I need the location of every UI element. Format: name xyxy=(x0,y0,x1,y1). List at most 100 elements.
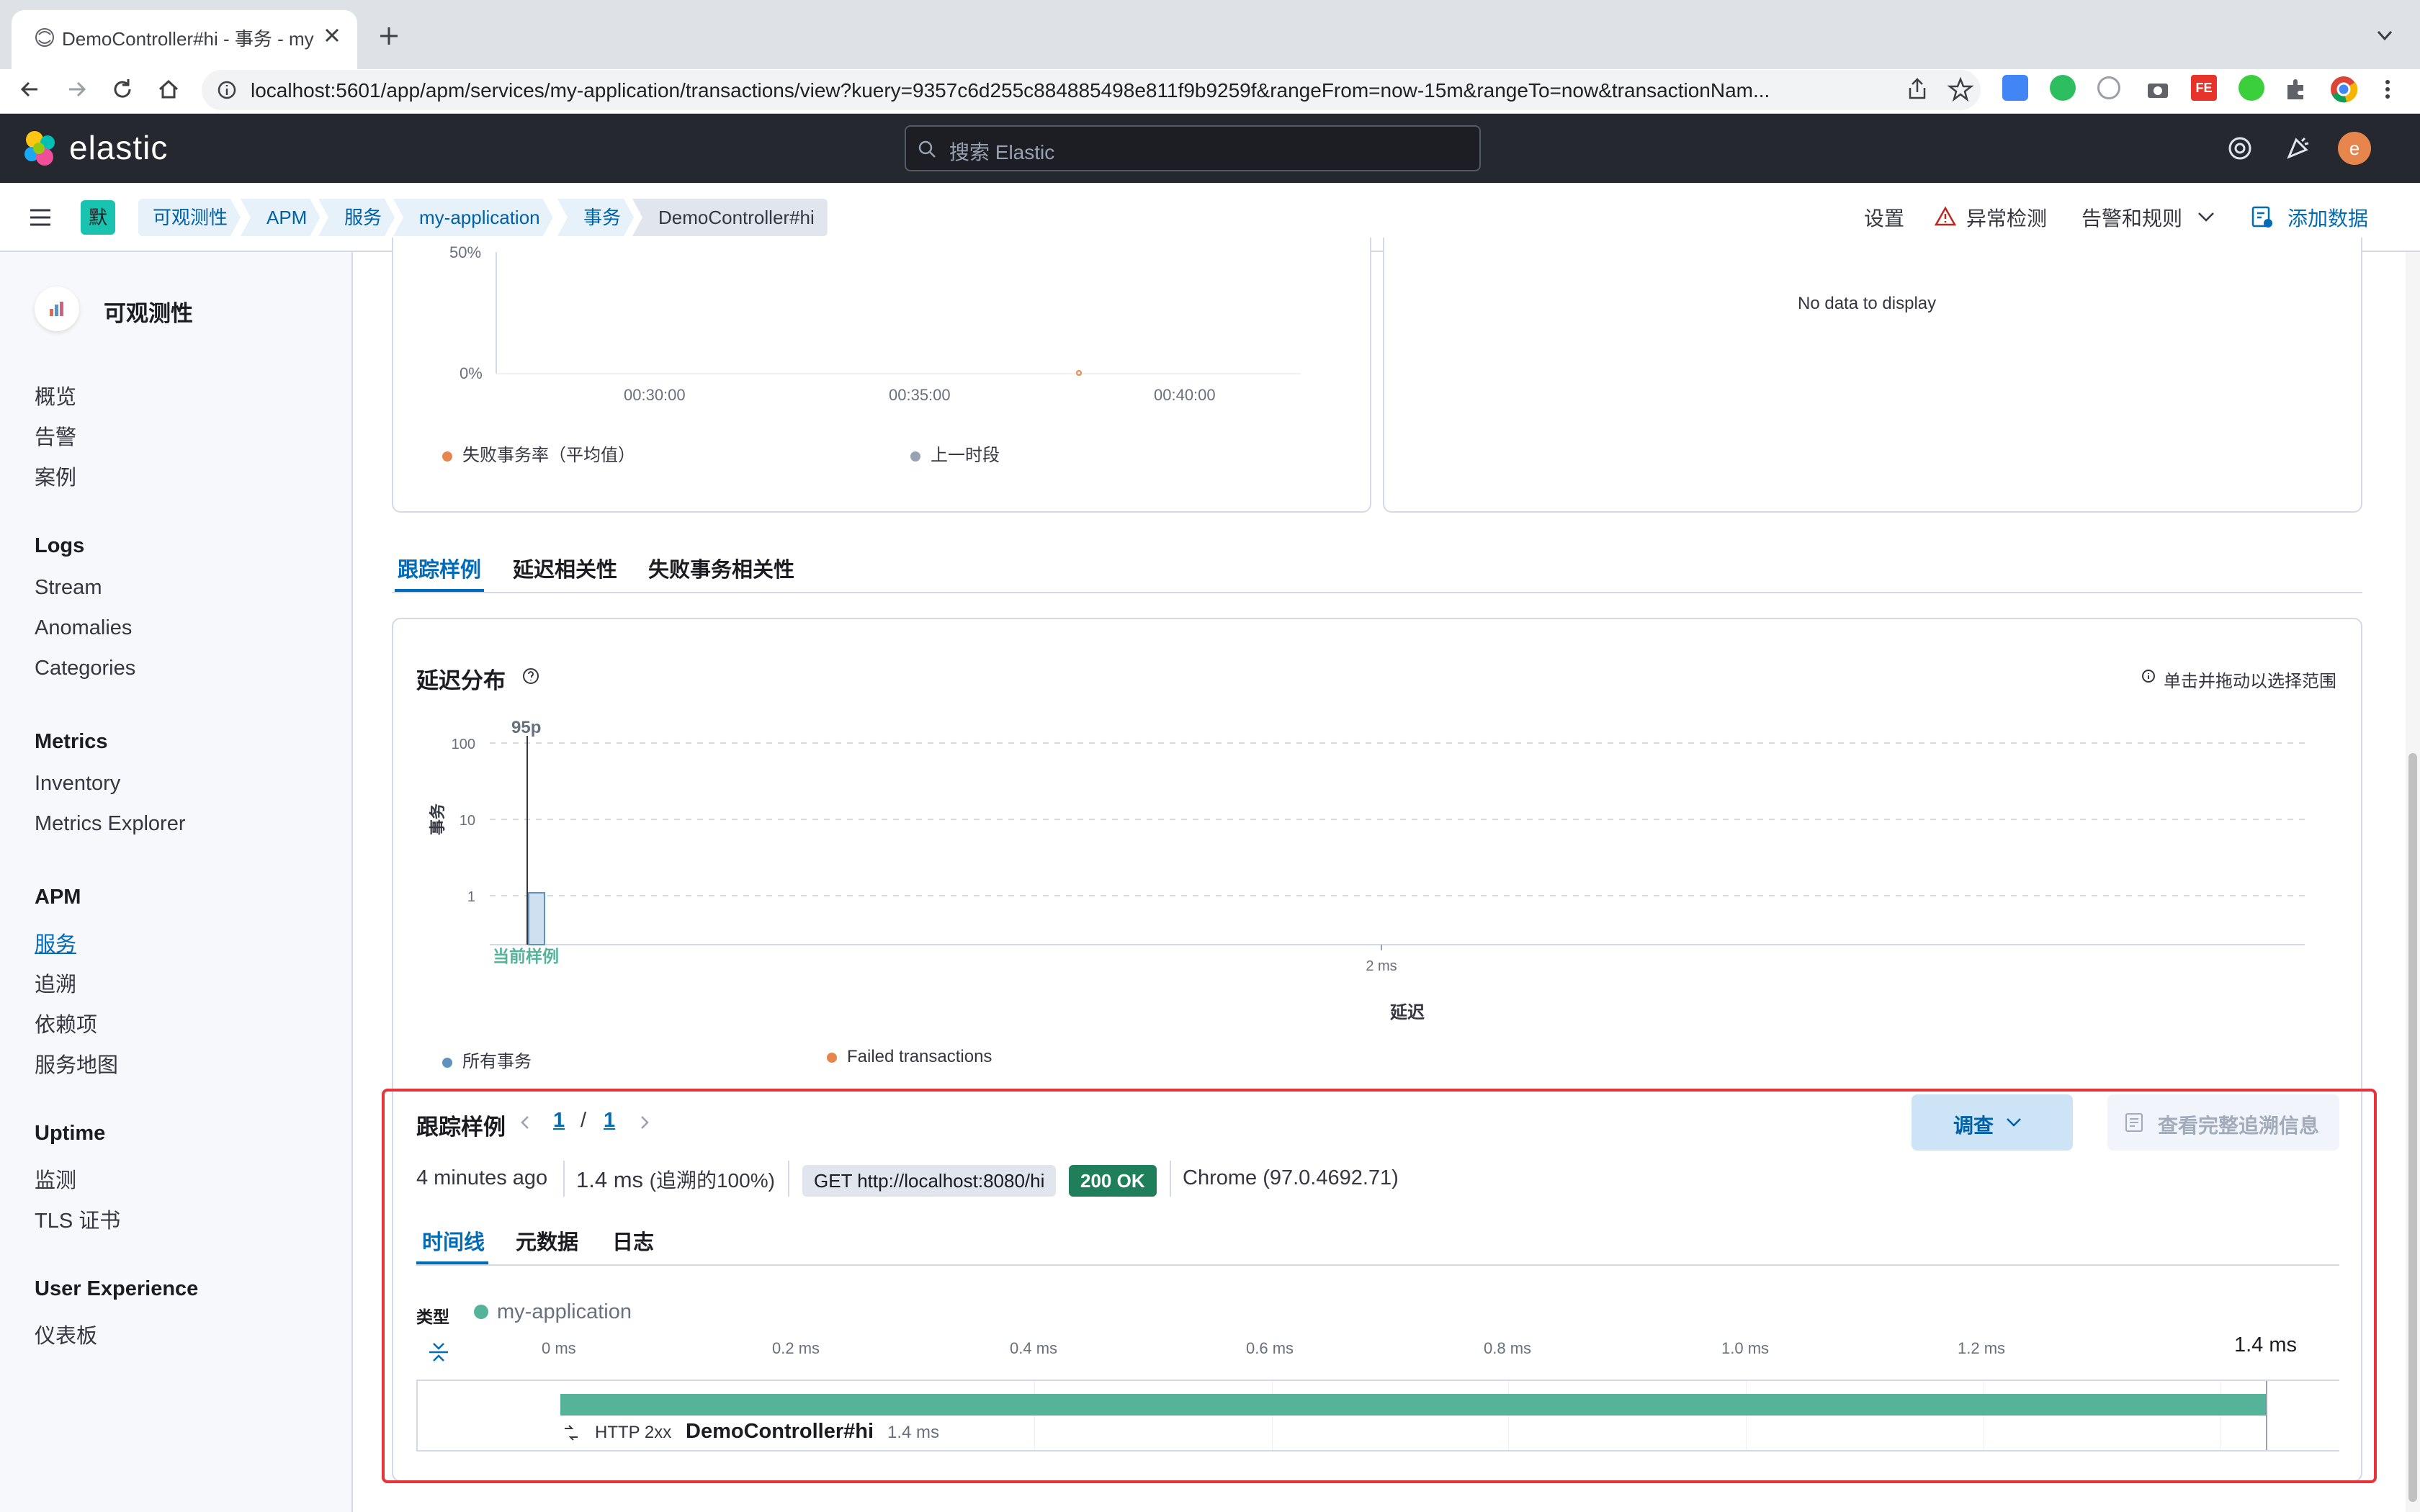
page-scrollbar-track[interactable] xyxy=(2406,252,2420,1512)
tab-trace-samples[interactable]: 跟踪样例 xyxy=(398,553,481,583)
page-total[interactable]: 1 xyxy=(604,1109,615,1133)
transaction-span-bar[interactable] xyxy=(560,1394,2266,1416)
latency-xlabel: 延迟 xyxy=(1390,1003,1425,1022)
add-data-icon xyxy=(2251,206,2272,228)
sidebar-item-service-map[interactable]: 服务地图 xyxy=(35,1048,118,1079)
legend-failed-rate[interactable]: 失败事务率（平均值） xyxy=(442,441,635,466)
sidebar-item-inventory[interactable]: Inventory xyxy=(35,772,120,796)
sidebar-heading-uptime: Uptime xyxy=(35,1122,106,1145)
tab-list-chevron-icon[interactable] xyxy=(2374,24,2396,46)
timeline-tick-08: 0.8 ms xyxy=(1484,1339,1532,1357)
add-data-link[interactable]: 添加数据 xyxy=(2287,203,2368,232)
view-full-trace-button[interactable]: 查看完整追溯信息 xyxy=(2107,1094,2339,1151)
back-icon[interactable] xyxy=(16,75,45,104)
latency-ylabel: 事务 xyxy=(429,803,447,835)
grid-line xyxy=(1034,1381,1035,1450)
timeline-tick-12: 1.2 ms xyxy=(1958,1339,2006,1357)
subtab-timeline[interactable]: 时间线 xyxy=(422,1225,485,1256)
fe-extension-icon[interactable]: FE xyxy=(2191,75,2217,101)
tab-failed-correlations[interactable]: 失败事务相关性 xyxy=(648,553,794,583)
sidebar-item-dependencies[interactable]: 依赖项 xyxy=(35,1008,97,1038)
sidebar-item-anomalies[interactable]: Anomalies xyxy=(35,616,132,640)
error-rate-point xyxy=(1076,370,1082,376)
elastic-logo-icon[interactable] xyxy=(20,128,60,168)
share-icon[interactable] xyxy=(1904,75,1930,104)
sidebar-heading-metrics: Metrics xyxy=(35,730,108,753)
request-badge: GET http://localhost:8080/hi xyxy=(802,1165,1057,1197)
extensions-puzzle-icon[interactable] xyxy=(2282,75,2311,104)
breadcrumb-services[interactable]: 服务 xyxy=(318,199,395,236)
elastic-logo-text[interactable]: elastic xyxy=(69,128,168,167)
collapse-all-icon[interactable] xyxy=(426,1339,451,1365)
trace-duration-value: 1.4 ms xyxy=(576,1167,644,1192)
settings-link[interactable]: 设置 xyxy=(1864,203,1904,232)
browser-tabstrip xyxy=(0,0,2420,69)
x-tick-label: 2 ms xyxy=(1366,958,1397,974)
next-page-chevron-icon[interactable] xyxy=(635,1113,654,1132)
sidebar-item-tls-certificates[interactable]: TLS 证书 xyxy=(35,1204,120,1234)
bookmark-star-icon[interactable] xyxy=(1946,75,1975,104)
newsfeed-icon[interactable] xyxy=(2283,134,2312,163)
legend-all-transactions[interactable]: 所有事务 xyxy=(442,1047,532,1072)
space-badge[interactable]: 默 xyxy=(81,200,115,235)
extension-gray-icon[interactable] xyxy=(2097,76,2120,99)
span-duration: 1.4 ms xyxy=(887,1423,940,1442)
legend-dot xyxy=(442,451,452,462)
page-scrollbar-thumb[interactable] xyxy=(2408,753,2417,1502)
view-full-trace-label: 查看完整追溯信息 xyxy=(2158,1115,2320,1137)
breadcrumb-apm[interactable]: APM xyxy=(241,199,320,236)
chrome-profile-icon[interactable] xyxy=(2328,73,2360,105)
reload-icon[interactable] xyxy=(108,75,137,104)
alerts-rules-link[interactable]: 告警和规则 xyxy=(2081,203,2182,232)
sidebar-item-traces[interactable]: 追溯 xyxy=(35,968,76,998)
legend-label: 失败事务率（平均值） xyxy=(462,446,635,465)
observability-logo xyxy=(35,287,79,331)
sidebar-title: 可观测性 xyxy=(104,301,193,326)
meta-divider xyxy=(563,1161,565,1197)
legend-previous-period[interactable]: 上一时段 xyxy=(910,441,1000,466)
sidebar-item-stream[interactable]: Stream xyxy=(35,576,102,600)
sidebar-item-monitors[interactable]: 监测 xyxy=(35,1164,76,1194)
subtab-metadata[interactable]: 元数据 xyxy=(516,1225,578,1256)
screenshot-extension-icon[interactable] xyxy=(2143,75,2172,104)
sidebar-item-dashboard[interactable]: 仪表板 xyxy=(35,1319,97,1349)
legend-label: 所有事务 xyxy=(462,1052,532,1071)
subtab-logs[interactable]: 日志 xyxy=(612,1225,654,1256)
evernote-extension-icon[interactable] xyxy=(2050,75,2076,101)
tab-title: DemoController#hi - 事务 - my-application … xyxy=(62,28,314,50)
home-icon[interactable] xyxy=(154,75,183,104)
sidebar-item-cases[interactable]: 案例 xyxy=(35,461,76,491)
sidebar-heading-apm: APM xyxy=(35,886,81,909)
help-lifebuoy-icon[interactable] xyxy=(2226,134,2254,163)
tab-latency-correlations[interactable]: 延迟相关性 xyxy=(513,553,617,583)
browser-menu-icon[interactable] xyxy=(2377,75,2398,104)
failed-transaction-rate-panel xyxy=(392,238,1371,513)
investigate-button[interactable]: 调查 xyxy=(1912,1094,2073,1151)
timeline-tick-10: 1.0 ms xyxy=(1721,1339,1770,1357)
help-question-icon[interactable] xyxy=(521,667,540,685)
tab-close-icon[interactable] xyxy=(321,24,343,46)
sidebar-item-overview[interactable]: 概览 xyxy=(35,380,76,410)
page-current[interactable]: 1 xyxy=(553,1109,565,1133)
translate-extension-icon[interactable] xyxy=(2002,75,2028,101)
sidebar-item-categories[interactable]: Categories xyxy=(35,657,135,680)
breadcrumb-transactions[interactable]: 事务 xyxy=(557,199,634,236)
prev-page-chevron-icon[interactable] xyxy=(516,1113,534,1132)
legend-failed-transactions[interactable]: Failed transactions xyxy=(827,1047,992,1067)
latency-distribution-chart[interactable]: 100 10 1 2 ms 95p 当前样例 xyxy=(418,713,2319,1030)
menu-hamburger-icon[interactable] xyxy=(26,203,55,232)
forward-icon[interactable] xyxy=(62,75,91,104)
breadcrumb-observability[interactable]: 可观测性 xyxy=(138,199,241,236)
sidebar-item-services[interactable]: 服务 xyxy=(35,927,76,958)
breadcrumb-service-name[interactable]: my-application xyxy=(393,199,553,236)
green-extension-icon[interactable] xyxy=(2238,75,2264,101)
new-tab-icon[interactable] xyxy=(375,22,403,50)
anomaly-detection-link[interactable]: 异常检测 xyxy=(1966,203,2047,232)
sidebar-item-metrics-explorer[interactable]: Metrics Explorer xyxy=(35,812,186,836)
span-name[interactable]: DemoController#hi xyxy=(686,1420,874,1444)
chevron-down-icon[interactable] xyxy=(2195,207,2217,226)
y-tick-label: 10 xyxy=(460,813,475,829)
site-info-icon[interactable] xyxy=(216,79,238,101)
sidebar-item-alerts[interactable]: 告警 xyxy=(35,420,76,451)
user-avatar[interactable]: e xyxy=(2338,132,2371,165)
